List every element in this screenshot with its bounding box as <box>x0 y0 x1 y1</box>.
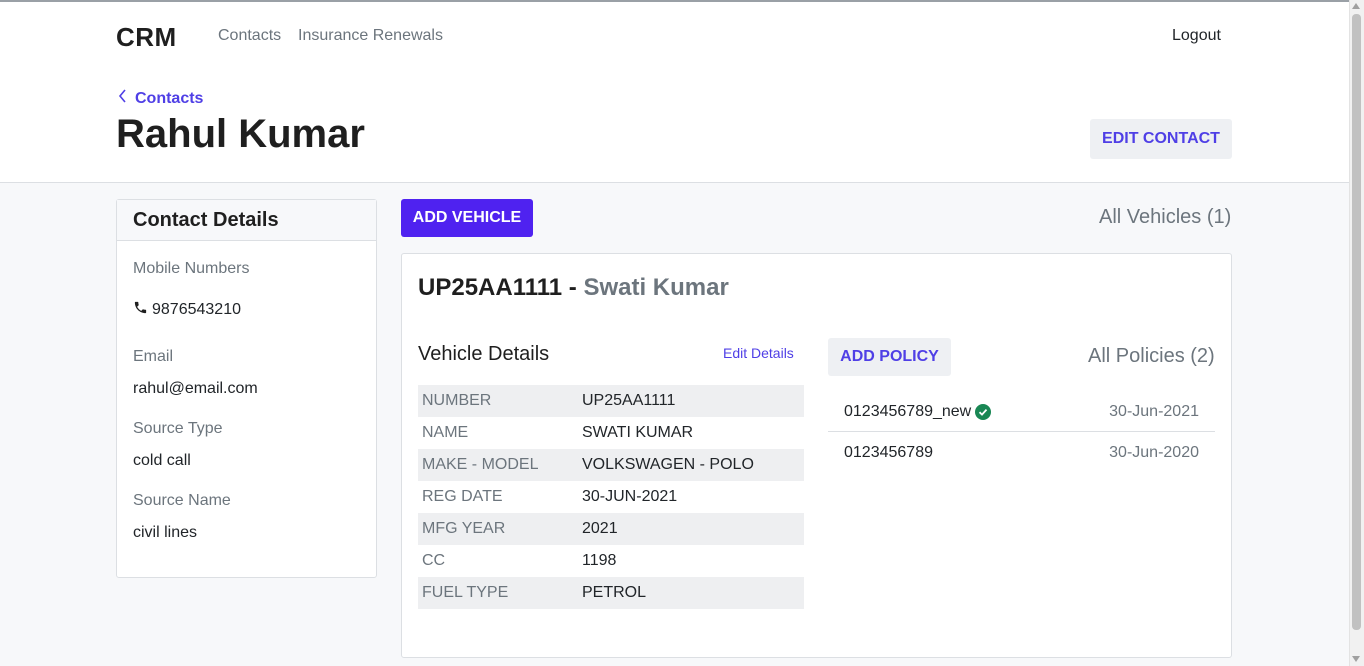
detail-key: MAKE - MODEL <box>418 449 578 481</box>
all-vehicles-link[interactable]: All Vehicles (1) <box>1099 206 1231 229</box>
scrollbar-thumb[interactable] <box>1352 14 1361 630</box>
policy-row[interactable]: 0123456789_new 30-Jun-2021 <box>828 392 1215 432</box>
source-type-label: Source Type <box>133 420 223 437</box>
nav-link-contacts[interactable]: Contacts <box>218 27 281 45</box>
brand-logo[interactable]: CRM <box>116 22 177 53</box>
policy-row[interactable]: 0123456789 30-Jun-2020 <box>828 433 1215 473</box>
scroll-down-arrow-icon[interactable] <box>1352 656 1360 662</box>
detail-value: 1198 <box>582 552 617 569</box>
table-row: FUEL TYPE PETROL <box>418 577 804 609</box>
source-type-value: cold call <box>133 452 191 469</box>
email-value[interactable]: rahul@email.com <box>133 380 258 398</box>
detail-value: PETROL <box>578 577 804 609</box>
mobile-number-value: 9876543210 <box>152 301 241 318</box>
detail-value: 2021 <box>578 513 804 545</box>
detail-value: SWATI KUMAR <box>582 424 694 441</box>
vehicle-card: UP25AA1111 - Swati Kumar Vehicle Details… <box>401 253 1232 658</box>
vehicle-details-heading: Vehicle Details <box>418 343 550 365</box>
detail-key: NUMBER <box>418 385 578 417</box>
contact-details-card: Contact Details Mobile Numbers 987654321… <box>116 199 377 578</box>
detail-key: CC <box>422 552 446 569</box>
detail-value: VOLKSWAGEN - POLO <box>578 449 804 481</box>
table-row: CC 1198 <box>418 545 804 577</box>
breadcrumb-label: Contacts <box>135 89 204 107</box>
source-name-value: civil lines <box>133 524 198 541</box>
table-row: NAME SWATI KUMAR <box>418 417 804 449</box>
policy-expiry-date: 30-Jun-2020 <box>1109 444 1199 461</box>
mobile-number[interactable]: 9876543210 <box>133 300 241 320</box>
vehicle-title: UP25AA1111 - Swati Kumar <box>418 274 729 302</box>
table-row: MFG YEAR 2021 <box>418 513 804 545</box>
check-circle-icon <box>975 403 992 420</box>
edit-contact-button[interactable]: EDIT CONTACT <box>1090 119 1232 159</box>
mobile-numbers-label: Mobile Numbers <box>133 260 250 277</box>
contact-details-heading: Contact Details <box>117 200 376 241</box>
add-vehicle-button[interactable]: ADD VEHICLE <box>401 199 533 237</box>
table-row: REG DATE 30-JUN-2021 <box>418 481 804 513</box>
vehicle-number: UP25AA1111 <box>418 274 563 301</box>
policy-number: 0123456789 <box>844 444 933 462</box>
source-name-label: Source Name <box>133 492 231 509</box>
policy-expiry-date: 30-Jun-2021 <box>1109 402 1199 420</box>
email-label: Email <box>133 348 174 365</box>
scroll-up-arrow-icon[interactable] <box>1352 3 1360 9</box>
phone-icon <box>133 300 148 320</box>
breadcrumb-contacts[interactable]: Contacts <box>118 89 203 108</box>
page-header: CRM Contacts Insurance Renewals Logout C… <box>0 2 1349 183</box>
policy-number: 0123456789_new <box>844 402 992 421</box>
policy-number-value: 0123456789_new <box>844 402 972 420</box>
add-policy-button[interactable]: ADD POLICY <box>828 338 951 376</box>
detail-value: 30-JUN-2021 <box>582 488 678 505</box>
nav-link-insurance-renewals[interactable]: Insurance Renewals <box>298 27 443 45</box>
detail-key: REG DATE <box>422 488 503 505</box>
chevron-left-icon <box>118 89 127 108</box>
detail-key: NAME <box>422 424 469 441</box>
vehicle-owner: Swati Kumar <box>583 274 729 301</box>
detail-key: FUEL TYPE <box>418 577 578 609</box>
edit-details-link[interactable]: Edit Details <box>723 345 794 361</box>
table-row: MAKE - MODEL VOLKSWAGEN - POLO <box>418 449 804 481</box>
detail-value: UP25AA1111 <box>578 385 804 417</box>
detail-key: MFG YEAR <box>418 513 578 545</box>
vehicle-title-separator: - <box>562 274 584 301</box>
policy-number-value: 0123456789 <box>844 444 933 461</box>
page-title: Rahul Kumar <box>116 112 365 156</box>
table-row: NUMBER UP25AA1111 <box>418 385 804 417</box>
vehicle-details-table: NUMBER UP25AA1111 NAME SWATI KUMAR MAKE - … <box>418 385 804 609</box>
logout-link[interactable]: Logout <box>1172 27 1221 45</box>
all-policies-link[interactable]: All Policies (2) <box>1088 345 1215 368</box>
